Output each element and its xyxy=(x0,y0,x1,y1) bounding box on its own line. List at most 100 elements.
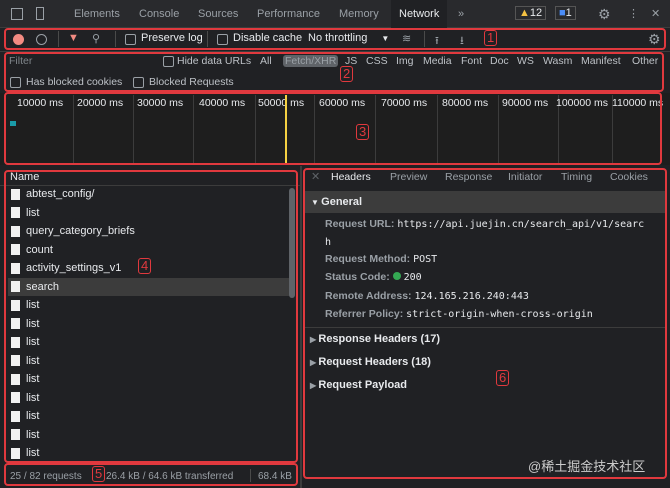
filter-css[interactable]: CSS xyxy=(366,55,388,67)
general-section-header[interactable]: ▼ General xyxy=(305,191,665,213)
file-icon xyxy=(11,318,20,329)
divider xyxy=(115,31,116,47)
filter-all[interactable]: All xyxy=(260,55,272,67)
disable-cache-checkbox[interactable] xyxy=(217,34,228,45)
request-row[interactable]: list xyxy=(8,204,289,222)
close-details-icon[interactable]: ✕ xyxy=(311,170,320,183)
status-ok-dot-icon xyxy=(392,272,401,280)
request-row[interactable]: query_category_briefs xyxy=(8,222,289,240)
request-url-key: Request URL: xyxy=(325,218,395,230)
timeline-tick-label: 10000 ms xyxy=(17,97,64,109)
request-row[interactable]: list xyxy=(8,389,289,407)
details-tab-headers[interactable]: Headers xyxy=(331,171,371,183)
filter-icon[interactable]: ▼ xyxy=(68,32,79,44)
disable-cache-label: Disable cache xyxy=(233,32,303,44)
device-toggle-icon[interactable] xyxy=(36,7,44,20)
divider xyxy=(250,469,251,482)
request-row[interactable]: abtest_config/ xyxy=(8,185,289,203)
request-name: list xyxy=(26,336,40,348)
details-tab-cookies[interactable]: Cookies xyxy=(610,171,648,183)
filter-other[interactable]: Other xyxy=(632,55,658,67)
details-tab-timing[interactable]: Timing xyxy=(561,171,592,183)
inspect-icon[interactable] xyxy=(11,8,23,20)
has-blocked-cookies-checkbox[interactable] xyxy=(10,77,21,88)
filter-fetch-xhr[interactable]: Fetch/XHR xyxy=(283,55,339,67)
request-name: list xyxy=(26,354,40,367)
tab-sources[interactable]: Sources xyxy=(198,0,238,28)
timeline-gridline xyxy=(498,95,499,163)
annotation-number: 2 xyxy=(340,66,354,82)
timeline-bar xyxy=(10,121,16,126)
tab-performance[interactable]: Performance xyxy=(257,0,320,28)
request-row[interactable]: list xyxy=(8,352,289,370)
name-column-header[interactable]: Name xyxy=(10,171,39,183)
kebab-menu-icon[interactable]: ⋮ xyxy=(628,7,639,20)
settings-gear-icon[interactable]: ⚙ xyxy=(598,6,611,23)
messages-badge[interactable]: ■1 xyxy=(555,6,576,20)
annotation-number: 1 xyxy=(484,30,498,46)
filter-font[interactable]: Font xyxy=(461,55,482,67)
network-conditions-icon[interactable]: ≋ xyxy=(402,32,411,45)
export-har-icon[interactable]: ⭳ xyxy=(460,32,464,51)
warnings-badge[interactable]: ▲12 xyxy=(515,6,547,20)
remote-address-value: 124.165.216.240:443 xyxy=(414,291,529,302)
request-row[interactable]: list xyxy=(8,333,289,351)
scrollbar[interactable] xyxy=(289,188,295,298)
request-name: list xyxy=(26,299,40,311)
details-tab-initiator[interactable]: Initiator xyxy=(508,171,542,183)
tab-elements[interactable]: Elements xyxy=(74,0,120,28)
request-name: list xyxy=(26,317,40,330)
file-icon xyxy=(11,299,20,311)
network-settings-icon[interactable]: ⚙ xyxy=(648,31,661,48)
request-headers-section[interactable]: ▶ Request Headers (18) xyxy=(310,356,431,368)
import-har-icon[interactable]: ⭱ xyxy=(435,32,439,51)
record-button[interactable] xyxy=(13,34,24,45)
filter-manifest[interactable]: Manifest xyxy=(581,55,621,67)
tab-console[interactable]: Console xyxy=(139,0,179,28)
filter-input[interactable]: Filter xyxy=(9,55,32,67)
tab-network[interactable]: Network xyxy=(391,0,448,28)
clear-icon[interactable] xyxy=(36,34,47,45)
filter-doc[interactable]: Doc xyxy=(490,55,509,67)
close-icon[interactable]: ✕ xyxy=(651,7,660,20)
request-name: list xyxy=(26,428,40,441)
annotation-number: 5 xyxy=(92,466,106,482)
request-row[interactable]: count xyxy=(8,241,289,259)
search-icon[interactable]: ⚲ xyxy=(92,32,100,45)
request-name: search xyxy=(26,280,60,293)
request-row[interactable]: list xyxy=(8,426,289,444)
timeline-tick-label: 60000 ms xyxy=(319,97,366,109)
divider xyxy=(207,31,208,47)
timeline-playhead xyxy=(285,95,287,163)
response-headers-section[interactable]: ▶ Response Headers (17) xyxy=(310,333,440,345)
timeline-gridline xyxy=(133,95,134,163)
request-row[interactable]: list xyxy=(8,296,289,314)
tab-memory[interactable]: Memory xyxy=(339,0,379,28)
file-icon xyxy=(11,336,20,348)
request-row[interactable]: search xyxy=(8,277,289,296)
filter-media[interactable]: Media xyxy=(423,55,452,67)
status-code-key: Status Code: xyxy=(325,271,390,283)
more-tabs-button[interactable]: » xyxy=(458,0,464,28)
triangle-down-icon: ▼ xyxy=(311,198,322,207)
details-tab-response[interactable]: Response xyxy=(445,171,492,183)
filter-wasm[interactable]: Wasm xyxy=(543,55,572,67)
filter-ws[interactable]: WS xyxy=(517,55,534,67)
timeline-gridline xyxy=(314,95,315,163)
panel-splitter[interactable] xyxy=(300,166,302,488)
has-blocked-cookies-label: Has blocked cookies xyxy=(26,76,123,88)
hide-data-urls-checkbox[interactable] xyxy=(163,56,174,67)
request-row[interactable]: list xyxy=(8,407,289,425)
request-row[interactable]: list xyxy=(8,370,289,388)
file-icon xyxy=(11,447,20,459)
preserve-log-checkbox[interactable] xyxy=(125,34,136,45)
timeline-gridline xyxy=(73,95,74,163)
throttling-select[interactable]: No throttling ▼ xyxy=(308,32,389,44)
request-row[interactable]: list xyxy=(8,315,289,333)
file-icon xyxy=(11,244,20,255)
filter-img[interactable]: Img xyxy=(396,55,414,67)
details-tab-preview[interactable]: Preview xyxy=(390,171,427,183)
request-payload-section[interactable]: ▶ Request Payload xyxy=(310,379,407,391)
request-row[interactable]: list xyxy=(8,444,289,462)
blocked-requests-checkbox[interactable] xyxy=(133,77,144,88)
